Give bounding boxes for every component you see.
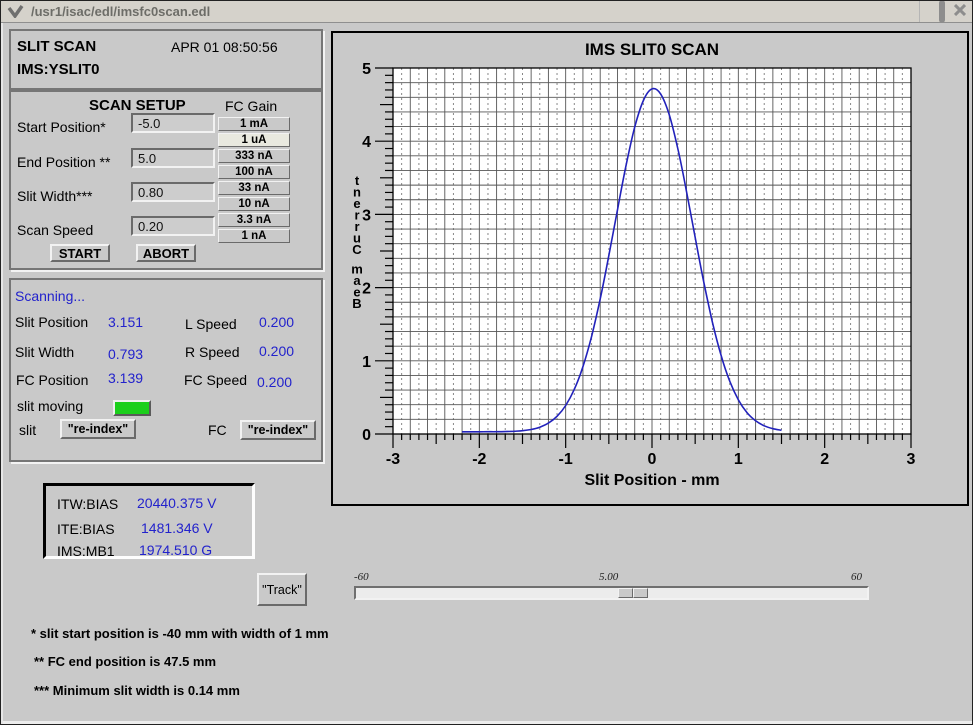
x-tick-label: -3 <box>386 451 400 468</box>
footnote-1: * slit start position is -40 mm with wid… <box>31 626 329 641</box>
chart-canvas: -3 -2 -1 0 1 2 3 0 1 2 3 4 5 IMS SLIT0 SCAN Slit Posit… <box>333 33 967 504</box>
y-tick-label: 4 <box>362 134 371 151</box>
x-tick-label: 3 <box>907 451 916 468</box>
slit-width-label: Slit Width*** <box>17 188 92 204</box>
titlebar[interactable]: /usr1/isac/edl/imsfc0scan.edl <box>1 1 972 23</box>
window-menu-icon[interactable] <box>7 5 24 23</box>
r-speed-label: R Speed <box>185 344 239 360</box>
slider-value-label: 5.00 <box>599 571 618 583</box>
l-speed-value: 0.200 <box>259 314 294 330</box>
scan-speed-input[interactable] <box>131 216 215 236</box>
fc-position-value: 3.139 <box>108 370 143 386</box>
abort-button[interactable]: ABORT <box>136 244 196 262</box>
fc-gain-1nA[interactable]: 1 nA <box>218 229 290 243</box>
bias-panel: ITW:BIAS 20440.375 V ITE:BIAS 1481.346 V… <box>43 483 255 559</box>
x-axis-label: Slit Position - mm <box>584 472 719 489</box>
end-position-label: End Position ** <box>17 154 110 170</box>
ims-mb1-label: IMS:MB1 <box>57 543 115 559</box>
x-tick-label: -1 <box>559 451 573 468</box>
footnote-3: *** Minimum slit width is 0.14 mm <box>34 683 240 698</box>
status-panel: Scanning... Slit Position 3.151 L Speed … <box>9 278 323 462</box>
header-panel: SLIT SCAN APR 01 08:50:56 IMS:YSLIT0 <box>9 29 323 90</box>
fc-gain-1uA[interactable]: 1 uA <box>218 133 290 147</box>
scan-speed-label: Scan Speed <box>17 222 93 238</box>
y-axis-label-letter: B <box>352 296 361 311</box>
slit-moving-indicator <box>113 400 151 416</box>
fc-position-label: FC Position <box>16 372 88 388</box>
ims-mb1-value: 1974.510 G <box>139 542 212 558</box>
y-tick-label: 3 <box>362 207 371 224</box>
slit-reindex-button[interactable]: "re-index" <box>60 419 136 439</box>
x-tick-label: 0 <box>648 451 657 468</box>
slit-scan-chart: -3 -2 -1 0 1 2 3 0 1 2 3 4 5 IMS SLIT0 SCAN Slit Posit… <box>331 31 969 506</box>
r-speed-value: 0.200 <box>259 343 294 359</box>
edm-window: /usr1/isac/edl/imsfc0scan.edl SLIT SCAN … <box>0 0 973 725</box>
ite-bias-value: 1481.346 V <box>141 520 213 536</box>
fc-speed-label: FC Speed <box>184 372 247 388</box>
end-position-input[interactable] <box>131 148 215 168</box>
scan-setup-panel: SCAN SETUP Start Position* End Position … <box>9 90 323 270</box>
fc-gain-100nA[interactable]: 100 nA <box>218 165 290 179</box>
slit-width-readout-value: 0.793 <box>108 346 143 362</box>
close-button[interactable] <box>954 3 966 21</box>
device-name: IMS:YSLIT0 <box>17 61 100 78</box>
y-tick-label: 2 <box>362 281 371 298</box>
y-tick-label: 0 <box>362 427 371 444</box>
l-speed-label: L Speed <box>185 316 237 332</box>
fc-gain-label: FC Gain <box>225 98 277 114</box>
footnote-2: ** FC end position is 47.5 mm <box>34 654 216 669</box>
window-controls <box>919 1 966 22</box>
start-button[interactable]: START <box>50 244 110 262</box>
slit-width-input[interactable] <box>131 182 215 202</box>
fc-gain-3.3nA[interactable]: 3.3 nA <box>218 213 290 227</box>
fc-gain-1mA[interactable]: 1 mA <box>218 117 290 131</box>
start-position-label: Start Position* <box>17 119 106 135</box>
track-button[interactable]: "Track" <box>257 573 307 606</box>
x-tick-label: 2 <box>820 451 829 468</box>
slit-position-value: 3.151 <box>108 314 143 330</box>
slider-max-label: 60 <box>851 571 862 583</box>
fc-gain-10nA[interactable]: 10 nA <box>218 197 290 211</box>
itw-bias-value: 20440.375 V <box>137 495 216 511</box>
itw-bias-label: ITW:BIAS <box>57 496 118 512</box>
y-tick-label: 5 <box>362 61 371 78</box>
y-axis-label-letter: C <box>352 242 362 257</box>
timestamp: APR 01 08:50:56 <box>171 39 278 55</box>
slider-thumb[interactable] <box>618 588 648 598</box>
fc-label: FC <box>208 422 227 438</box>
x-tick-label: -2 <box>472 451 486 468</box>
fc-gain-333nA[interactable]: 333 nA <box>218 149 290 163</box>
slit-label: slit <box>19 422 36 438</box>
x-tick-label: 1 <box>734 451 743 468</box>
fc-speed-value: 0.200 <box>257 374 292 390</box>
start-position-input[interactable] <box>131 113 215 133</box>
scan-state: Scanning... <box>15 288 85 304</box>
slit-width-readout-label: Slit Width <box>15 344 74 360</box>
scan-setup-title: SCAN SETUP <box>89 97 186 114</box>
maximize-button[interactable] <box>939 3 945 21</box>
window-title: /usr1/isac/edl/imsfc0scan.edl <box>31 4 210 19</box>
slit-moving-label: slit moving <box>17 398 83 414</box>
page-title: SLIT SCAN <box>17 38 96 55</box>
slit-position-label: Slit Position <box>15 314 88 330</box>
position-slider[interactable] <box>354 586 869 600</box>
ite-bias-label: ITE:BIAS <box>57 521 115 537</box>
chart-title: IMS SLIT0 SCAN <box>585 40 719 59</box>
slider-min-label: -60 <box>354 571 369 583</box>
fc-reindex-button[interactable]: "re-index" <box>240 420 316 440</box>
y-tick-label: 1 <box>362 354 371 371</box>
fc-gain-33nA[interactable]: 33 nA <box>218 181 290 195</box>
